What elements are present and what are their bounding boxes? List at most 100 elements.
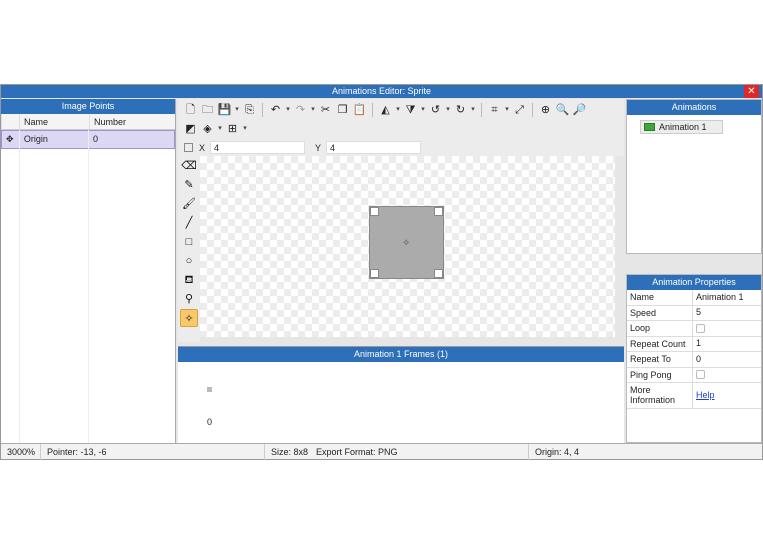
- resize-handle[interactable]: [370, 207, 379, 216]
- property-row: Repeat Count 1: [627, 336, 761, 352]
- eyedropper-icon[interactable]: ⚲: [180, 290, 198, 308]
- name-field[interactable]: Animation 1: [693, 290, 744, 305]
- property-row: Loop: [627, 321, 761, 337]
- flip-vertical-icon[interactable]: ⧩: [402, 102, 419, 118]
- x-label: X: [199, 142, 206, 153]
- editor-area: 🗋 🗀 💾 ▾ ⎘ ↶ ▾ ↷ ▾ ✂ ❐ 📋 ◭ ▾ ⧩ ▾ ↺ ▾ ↻ ▾ …: [178, 99, 624, 443]
- layers-chevron-icon[interactable]: ▾: [216, 121, 224, 137]
- zoom-in-icon[interactable]: 🔍: [554, 102, 571, 118]
- brush-icon[interactable]: 🖌: [180, 195, 198, 213]
- status-bar: 3000% Pointer: -13, -6 Size: 8x8 Export …: [1, 443, 762, 460]
- right-panel: Animations Animation 1 Animation Propert…: [626, 99, 762, 443]
- film-icon: [644, 123, 655, 131]
- origin-position: Origin: 4, 4: [535, 446, 580, 457]
- sprite-canvas[interactable]: ✧: [200, 156, 615, 337]
- cut-icon[interactable]: ✂: [317, 102, 334, 118]
- frames-header: Animation 1 Frames (1): [178, 347, 624, 362]
- eraser-icon[interactable]: ⌫: [180, 157, 198, 175]
- rotate-right-chevron-icon[interactable]: ▾: [469, 102, 477, 118]
- rotate-right-icon[interactable]: ↻: [452, 102, 469, 118]
- sprite-frame[interactable]: ✧: [369, 206, 444, 279]
- property-key: Repeat To: [627, 352, 693, 367]
- resize-handle[interactable]: [434, 269, 443, 278]
- repeat-count-field[interactable]: 1: [693, 337, 701, 352]
- property-row: Speed 5: [627, 305, 761, 321]
- save-icon[interactable]: 💾: [216, 102, 233, 118]
- export-icon[interactable]: ⎘: [241, 102, 258, 118]
- open-folder-icon[interactable]: 🗀: [199, 102, 216, 118]
- rotate-left-icon[interactable]: ↺: [427, 102, 444, 118]
- grid-icon[interactable]: ⊞: [224, 121, 241, 137]
- list-item[interactable]: Animation 1: [640, 120, 723, 134]
- loop-checkbox[interactable]: [696, 323, 705, 333]
- coordinate-bar: X 4 Y 4: [178, 139, 624, 156]
- undo-icon[interactable]: ↶: [267, 102, 284, 118]
- property-key: Repeat Count: [627, 336, 693, 351]
- y-label: Y: [315, 142, 322, 153]
- help-link[interactable]: Help: [696, 388, 715, 403]
- layers-icon[interactable]: ◈: [199, 121, 216, 137]
- crop-chevron-icon[interactable]: ▾: [503, 102, 511, 118]
- zoom-fit-icon[interactable]: ⊕: [537, 102, 554, 118]
- export-format: Export Format: PNG: [310, 443, 529, 460]
- pencil-icon[interactable]: ✎: [180, 176, 198, 194]
- ellipse-icon[interactable]: ○: [180, 252, 198, 270]
- redo-menu-chevron-icon[interactable]: ▾: [309, 102, 317, 118]
- property-row: Ping Pong: [627, 367, 761, 383]
- image-point-tool-icon[interactable]: ✧: [180, 309, 198, 327]
- new-file-icon[interactable]: 🗋: [182, 102, 199, 118]
- image-points-panel: Image Points Name Number ✥ Origin 0: [1, 99, 176, 443]
- property-row: Repeat To 0: [627, 352, 761, 368]
- selection-box-icon: [184, 143, 193, 152]
- resize-handle[interactable]: [370, 269, 379, 278]
- line-icon[interactable]: ╱: [180, 214, 198, 232]
- flip-horizontal-icon[interactable]: ◭: [377, 102, 394, 118]
- copy-icon[interactable]: ❐: [334, 102, 351, 118]
- zoom-level: 3000%: [1, 443, 41, 460]
- property-row: Name Animation 1: [627, 290, 761, 306]
- flip-v-chevron-icon[interactable]: ▾: [419, 102, 427, 118]
- property-key: Loop: [627, 321, 693, 336]
- tool-palette: ⌫ ✎ 🖌 ╱ □ ○ ⛾ ⚲ ✧: [178, 156, 200, 342]
- close-icon: ✕: [747, 86, 756, 97]
- crosshair-icon: ✥: [6, 134, 14, 144]
- close-button[interactable]: ✕: [744, 85, 759, 98]
- image-points-table-header: Name Number: [1, 114, 175, 130]
- toolbar: 🗋 🗀 💾 ▾ ⎘ ↶ ▾ ↷ ▾ ✂ ❐ 📋 ◭ ▾ ⧩ ▾ ↺ ▾ ↻ ▾ …: [178, 99, 624, 139]
- animations-editor-window: Animations Editor: Sprite ✕ Image Points…: [0, 84, 763, 460]
- flip-h-chevron-icon[interactable]: ▾: [394, 102, 402, 118]
- resize-icon[interactable]: ⤢: [511, 102, 528, 118]
- crop-icon[interactable]: ⌗: [486, 102, 503, 118]
- zoom-out-icon[interactable]: 🔎: [571, 102, 588, 118]
- speed-field[interactable]: 5: [693, 306, 701, 321]
- paste-icon[interactable]: 📋: [351, 102, 368, 118]
- redo-icon[interactable]: ↷: [292, 102, 309, 118]
- frame-number: 0: [207, 417, 213, 427]
- transparency-icon[interactable]: ◩: [182, 121, 199, 137]
- property-key: Name: [627, 290, 693, 305]
- point-number: 0: [93, 134, 99, 144]
- repeat-to-field[interactable]: 0: [693, 352, 701, 367]
- rectangle-icon[interactable]: □: [180, 233, 198, 251]
- property-key: More Information: [627, 383, 693, 408]
- save-menu-chevron-icon[interactable]: ▾: [233, 102, 241, 118]
- column-number[interactable]: Number: [89, 114, 175, 129]
- x-input[interactable]: 4: [210, 141, 306, 154]
- window-title: Animations Editor: Sprite: [331, 86, 432, 96]
- rotate-left-chevron-icon[interactable]: ▾: [444, 102, 452, 118]
- column-name[interactable]: Name: [19, 114, 89, 129]
- frames-panel: Animation 1 Frames (1) 0: [178, 346, 624, 443]
- properties-header: Animation Properties: [627, 275, 761, 290]
- undo-menu-chevron-icon[interactable]: ▾: [284, 102, 292, 118]
- resize-handle[interactable]: [434, 207, 443, 216]
- frame-thumbnail[interactable]: [207, 387, 212, 392]
- grid-chevron-icon[interactable]: ▾: [241, 121, 249, 137]
- y-input[interactable]: 4: [326, 141, 422, 154]
- ping-pong-checkbox[interactable]: [696, 370, 705, 380]
- fill-bucket-icon[interactable]: ⛾: [180, 271, 198, 289]
- property-key: Ping Pong: [627, 367, 693, 382]
- image-points-header: Image Points: [1, 99, 175, 114]
- origin-point-icon[interactable]: ✧: [402, 238, 410, 249]
- property-key: Speed: [627, 305, 693, 320]
- animations-list: Animations Animation 1: [626, 99, 762, 254]
